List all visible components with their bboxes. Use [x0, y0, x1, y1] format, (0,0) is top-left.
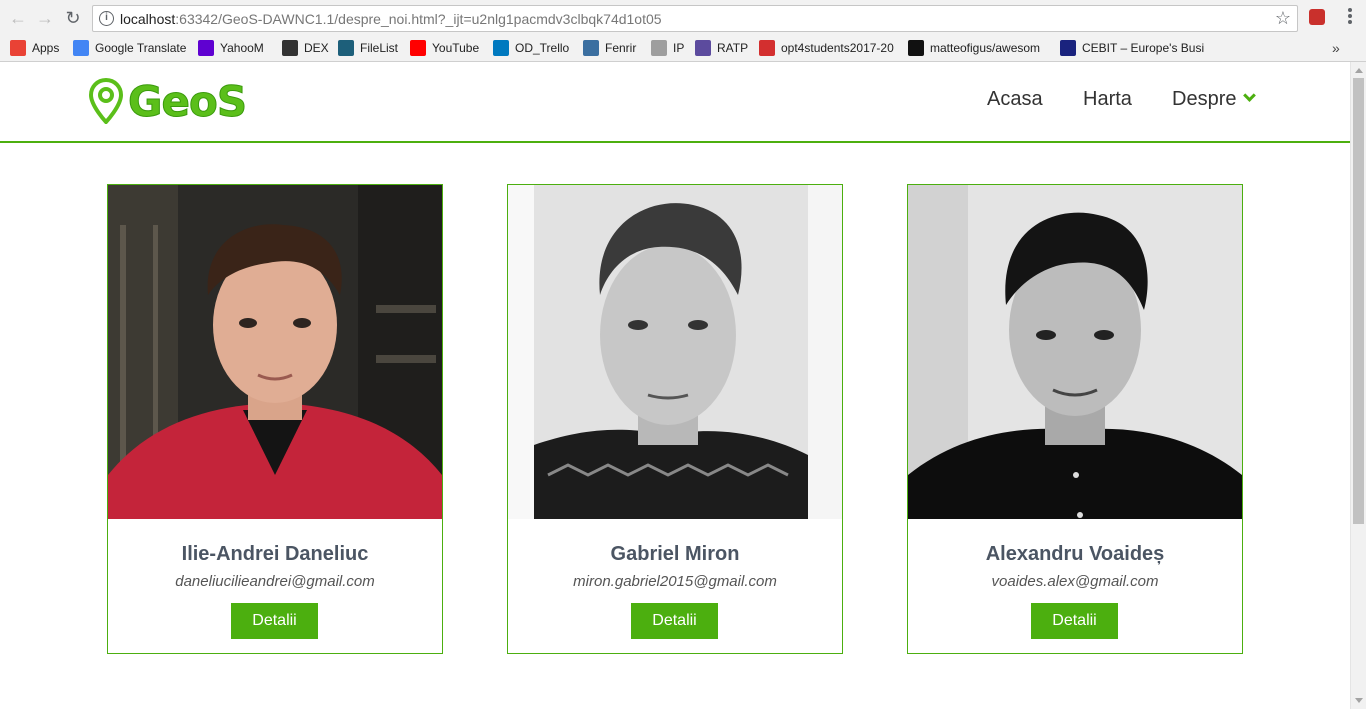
member-email: daneliucilieandrei@gmail.com	[175, 573, 375, 590]
browser-chrome: ← → ↻ i localhost:63342/GeoS-DAWNC1.1/de…	[0, 0, 1366, 62]
extension-icon[interactable]	[1309, 9, 1325, 25]
scroll-down-arrow-icon[interactable]	[1355, 698, 1363, 703]
member-photo	[108, 185, 442, 519]
page-icon	[651, 40, 667, 56]
back-arrow-icon[interactable]: ←	[6, 6, 30, 30]
member-name: Gabriel Miron	[610, 543, 740, 565]
bookmark-2[interactable]: YahooM	[198, 39, 264, 57]
member-name: Alexandru Voaideș	[985, 543, 1165, 565]
team-card: Gabriel Miron miron.gabriel2015@gmail.co…	[507, 184, 843, 654]
bookmark-label: OD_Trello	[515, 41, 570, 55]
pdf-icon	[759, 40, 775, 56]
member-email: miron.gabriel2015@gmail.com	[573, 573, 777, 590]
scroll-up-arrow-icon[interactable]	[1355, 68, 1363, 73]
team-card: Ilie-Andrei Daneliuc daneliucilieandrei@…	[107, 184, 443, 654]
filelist-icon	[338, 40, 354, 56]
nav-acasa[interactable]: Acasa	[987, 88, 1043, 111]
apps-grid-icon	[10, 40, 26, 56]
member-photo	[508, 185, 842, 519]
bookmark-label: Google Translate	[95, 41, 187, 55]
youtube-icon	[410, 40, 426, 56]
bookmark-7[interactable]: Fenrir	[583, 39, 636, 57]
member-name: Ilie-Andrei Daneliuc	[181, 543, 369, 565]
logo-text: GeoS	[127, 76, 247, 126]
bookmarks-bar: Apps Google Translate YahooM DEX FileList You…	[0, 36, 1366, 60]
address-bar[interactable]: i localhost:63342/GeoS-DAWNC1.1/despre_n…	[92, 5, 1298, 32]
bookmark-12[interactable]: CEBIT – Europe's Busi	[1060, 39, 1204, 57]
map-pin-icon	[88, 78, 124, 124]
details-button[interactable]: Detalii	[231, 603, 318, 639]
bookmark-label: Apps	[32, 41, 60, 55]
url-host: localhost	[120, 11, 176, 27]
bookmark-6[interactable]: OD_Trello	[493, 39, 569, 57]
bookmark-label: IP	[673, 41, 685, 55]
member-email: voaides.alex@gmail.com	[991, 573, 1159, 590]
forward-arrow-icon[interactable]: →	[33, 6, 57, 30]
details-button[interactable]: Detalii	[631, 603, 718, 639]
bookmark-11[interactable]: matteofigus/awesom	[908, 39, 1040, 57]
bookmark-label: DEX	[304, 41, 329, 55]
nav-harta[interactable]: Harta	[1083, 88, 1132, 111]
bookmark-10[interactable]: opt4students2017-20	[759, 39, 894, 57]
reload-icon[interactable]: ↻	[61, 6, 85, 30]
bookmark-4[interactable]: FileList	[338, 39, 398, 57]
google-translate-icon	[73, 40, 89, 56]
ratp-icon	[695, 40, 711, 56]
bookmark-5[interactable]: YouTube	[410, 39, 479, 57]
yahoo-icon	[198, 40, 214, 56]
trello-icon	[493, 40, 509, 56]
bookmarks-overflow-button[interactable]: »	[1332, 40, 1340, 56]
page-scrollbar[interactable]	[1350, 62, 1366, 709]
site-logo[interactable]: GeoS	[88, 76, 248, 126]
dex-icon	[282, 40, 298, 56]
details-button[interactable]: Detalii	[1031, 603, 1118, 639]
address-url[interactable]: localhost:63342/GeoS-DAWNC1.1/despre_noi…	[120, 11, 662, 27]
bookmark-8[interactable]: IP	[651, 39, 684, 57]
nav-despre[interactable]: Despre	[1172, 88, 1257, 111]
member-photo	[908, 185, 1242, 519]
browser-menu-icon[interactable]	[1344, 6, 1356, 30]
bookmark-label: CEBIT – Europe's Busi	[1082, 41, 1205, 55]
bookmark-label: YouTube	[432, 41, 480, 55]
url-path: :63342/GeoS-DAWNC1.1/despre_noi.html?_ij…	[175, 11, 662, 27]
bookmark-label: RATP	[717, 41, 749, 55]
bookmark-3[interactable]: DEX	[282, 39, 329, 57]
bookmark-0[interactable]: Apps	[10, 39, 59, 57]
team-card: Alexandru Voaideș voaides.alex@gmail.com…	[907, 184, 1243, 654]
scrollbar-thumb[interactable]	[1353, 78, 1364, 524]
github-icon	[908, 40, 924, 56]
bookmark-label: matteofigus/awesom	[930, 41, 1041, 55]
bookmark-label: FileList	[360, 41, 399, 55]
bookmark-label: opt4students2017-20	[781, 41, 894, 55]
bookmark-label: YahooM	[220, 41, 264, 55]
browser-toolbar: ← → ↻ i localhost:63342/GeoS-DAWNC1.1/de…	[0, 0, 1366, 36]
fenrir-icon	[583, 40, 599, 56]
bookmark-1[interactable]: Google Translate	[73, 39, 186, 57]
nav-despre-label: Despre	[1172, 88, 1237, 110]
info-icon[interactable]: i	[99, 11, 114, 26]
bookmark-star-icon[interactable]: ☆	[1275, 8, 1291, 29]
bookmark-label: Fenrir	[605, 41, 637, 55]
cebit-icon	[1060, 40, 1076, 56]
site-header: GeoS Acasa Harta Despre	[0, 62, 1350, 143]
chevron-down-icon	[1243, 89, 1257, 102]
page-viewport: GeoS Acasa Harta Despre Ilie-Andrei Dane…	[0, 62, 1350, 709]
bookmark-9[interactable]: RATP	[695, 39, 748, 57]
